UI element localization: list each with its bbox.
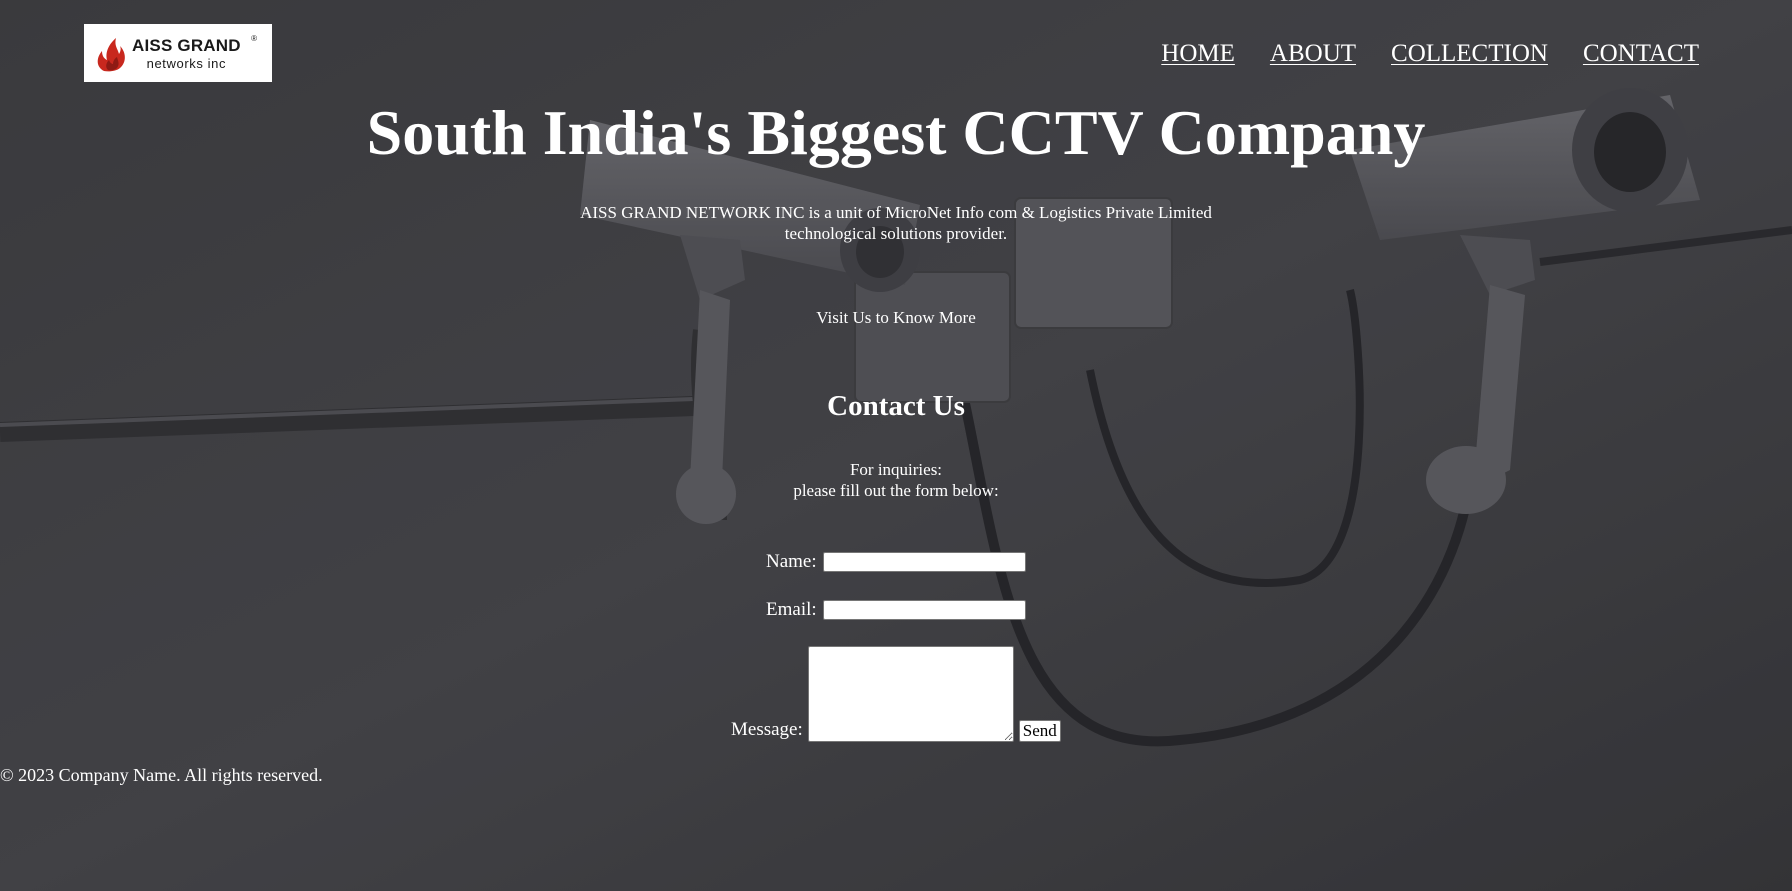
hero-tagline: AISS GRAND NETWORK INC is a unit of Micr…: [580, 203, 1212, 243]
brand-logo[interactable]: AISS GRAND networks inc ®: [84, 24, 272, 82]
hero-title: South India's Biggest CCTV Company: [366, 97, 1426, 168]
main-nav: HOME ABOUT COLLECTION CONTACT: [1161, 40, 1699, 68]
nav-contact-link[interactable]: CONTACT: [1583, 40, 1699, 68]
logo-line2: networks inc: [146, 55, 227, 71]
message-textarea[interactable]: [807, 646, 1014, 742]
nav-home-link[interactable]: HOME: [1161, 40, 1235, 68]
email-label: Email:: [766, 599, 817, 620]
message-row: Message: Send: [731, 646, 1061, 742]
name-row: Name:: [766, 551, 1026, 573]
nav-about-link[interactable]: ABOUT: [1270, 40, 1356, 68]
nav-collection-link[interactable]: COLLECTION: [1391, 40, 1548, 68]
name-label: Name:: [766, 551, 817, 572]
registered-mark: ®: [251, 34, 257, 43]
contact-instructions: For inquiries: please fill out the form …: [0, 459, 1792, 501]
inquiry-line1: For inquiries:: [849, 460, 943, 479]
email-input[interactable]: [822, 600, 1026, 620]
footer-copyright: © 2023 Company Name. All rights reserved…: [0, 765, 323, 785]
inquiry-line2: please fill out the form below:: [793, 481, 999, 500]
send-button[interactable]: Send: [1018, 720, 1061, 742]
name-input[interactable]: [822, 552, 1026, 572]
visit-us-link[interactable]: Visit Us to Know More: [0, 308, 1792, 328]
email-row: Email:: [766, 599, 1026, 621]
contact-title: Contact Us: [827, 390, 965, 422]
logo-wordmark: AISS GRAND networks inc: [132, 37, 241, 70]
logo-line1: AISS GRAND: [132, 35, 241, 55]
message-label: Message:: [731, 719, 803, 740]
flame-logo-icon: [97, 38, 125, 72]
